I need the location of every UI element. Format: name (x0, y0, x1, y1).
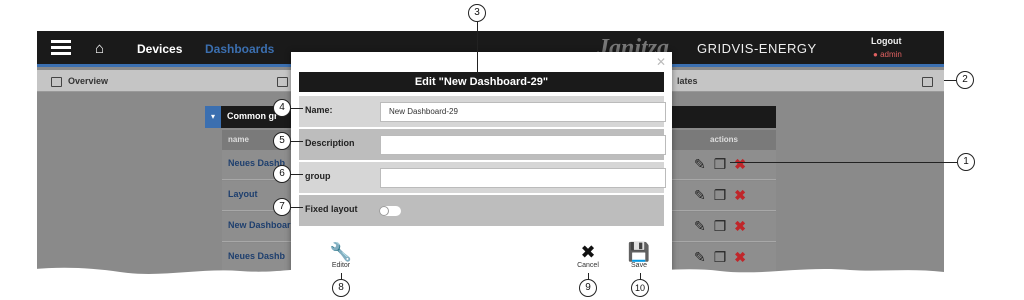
collapse-icon[interactable]: ▾ (205, 106, 221, 128)
callout-9: 9 (579, 279, 597, 297)
column-header-actions: actions (710, 135, 739, 144)
callout-1: 1 (957, 153, 975, 171)
callout-4: 4 (273, 99, 291, 117)
callout-leader (291, 207, 303, 208)
callout-leader (477, 22, 478, 74)
close-icon[interactable]: ✕ (656, 55, 666, 69)
dashboard-name-link[interactable]: Layout (228, 189, 258, 199)
callout-10: 10 (631, 279, 649, 297)
nav-dashboards[interactable]: Dashboards (205, 42, 274, 56)
delete-icon[interactable]: ✖ (734, 156, 746, 172)
column-header-name[interactable]: name (228, 135, 249, 144)
delete-icon[interactable]: ✖ (734, 218, 746, 234)
name-label: Name: (305, 105, 333, 115)
description-label: Description (305, 138, 355, 148)
edit-icon[interactable]: ✎ (694, 187, 706, 203)
tab-overview[interactable]: Overview (51, 70, 108, 92)
group-label: group (305, 171, 331, 181)
fixed-layout-label: Fixed layout (305, 204, 358, 214)
fixed-layout-toggle[interactable] (379, 206, 401, 216)
product-name: GRIDVIS-ENERGY (697, 41, 817, 56)
callout-8: 8 (332, 279, 350, 297)
fixed-layout-row: Fixed layout (299, 195, 664, 227)
dashboard-icon (277, 76, 288, 87)
group-field[interactable] (380, 168, 666, 188)
edit-icon[interactable]: ✎ (694, 156, 706, 172)
name-row: Name: New Dashboard-29 (299, 96, 666, 128)
callout-leader (944, 80, 956, 81)
tab-add-dashboard[interactable] (922, 70, 939, 92)
save-icon: 💾 (627, 242, 651, 262)
name-field[interactable]: New Dashboard-29 (380, 102, 666, 122)
callout-leader (291, 174, 303, 175)
group-title: Common gr (227, 111, 278, 121)
logout-link[interactable]: Logout (871, 36, 902, 46)
torn-edge (0, 267, 1024, 300)
cancel-icon: ✖ (580, 242, 596, 262)
group-row: group (299, 162, 666, 194)
dashboard-icon (922, 76, 933, 87)
nav-devices[interactable]: Devices (137, 42, 182, 56)
dashboard-icon (51, 76, 62, 87)
menu-icon[interactable] (51, 40, 71, 56)
toggle-knob (379, 206, 389, 216)
copy-icon[interactable]: ❐ (714, 218, 727, 234)
copy-icon[interactable]: ❐ (714, 187, 727, 203)
wrench-icon: 🔧 (329, 242, 353, 262)
delete-icon[interactable]: ✖ (734, 187, 746, 203)
dashboard-name-link[interactable]: Neues Dashb (228, 251, 285, 261)
home-icon[interactable]: ⌂ (95, 40, 104, 57)
tab-templates[interactable]: lates (677, 70, 698, 92)
callout-6: 6 (273, 165, 291, 183)
dashboard-name-link[interactable]: New Dashboar (228, 220, 291, 230)
callout-2: 2 (956, 71, 974, 89)
description-row: Description (299, 129, 666, 161)
copy-icon[interactable]: ❐ (714, 156, 727, 172)
edit-dashboard-dialog: ✕ Edit "New Dashboard-29" Name: New Dash… (291, 52, 672, 276)
description-field[interactable] (380, 135, 666, 155)
callout-leader (291, 141, 303, 142)
callout-leader (730, 162, 957, 163)
callout-5: 5 (273, 132, 291, 150)
callout-leader (291, 108, 303, 109)
user-name: ● admin (873, 50, 902, 59)
callout-7: 7 (273, 198, 291, 216)
callout-3: 3 (468, 4, 486, 22)
dialog-title: Edit "New Dashboard-29" (299, 72, 664, 92)
edit-icon[interactable]: ✎ (694, 218, 706, 234)
